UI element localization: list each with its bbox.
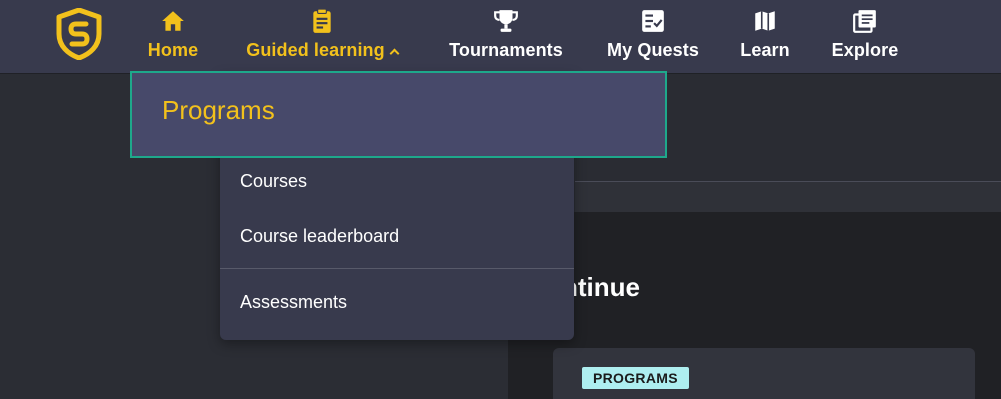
menu-item-courses[interactable]: Courses	[240, 171, 307, 192]
card-badge: PROGRAMS	[582, 367, 689, 389]
menu-divider	[220, 268, 574, 269]
menu-item-programs[interactable]: Programs	[130, 71, 667, 158]
clipboard-icon	[313, 8, 331, 33]
program-card[interactable]: PROGRAMS	[553, 348, 975, 399]
menu-item-programs-label: Programs	[162, 95, 275, 125]
nav-guided-learning[interactable]: Guided learning	[238, 8, 406, 64]
nav-tournaments-label: Tournaments	[449, 40, 563, 60]
menu-item-course-leaderboard[interactable]: Course leaderboard	[240, 226, 399, 247]
top-navigation: Home Guided learning Tournaments My Ques…	[0, 0, 1001, 73]
library-icon	[853, 10, 876, 33]
nav-explore-label: Explore	[831, 40, 899, 60]
content-strip	[575, 182, 1001, 212]
logo[interactable]	[55, 7, 103, 61]
nav-learn-label: Learn	[740, 40, 790, 60]
nav-explore[interactable]: Explore	[828, 8, 902, 64]
nav-learn[interactable]: Learn	[735, 8, 795, 64]
nav-home[interactable]: Home	[143, 8, 203, 64]
nav-tournaments[interactable]: Tournaments	[444, 8, 568, 64]
menu-item-assessments[interactable]: Assessments	[240, 292, 347, 313]
nav-quests-label: My Quests	[607, 40, 699, 60]
map-icon	[755, 11, 775, 31]
nav-guided-label: Guided learning	[238, 40, 406, 61]
chevron-up-icon	[389, 48, 400, 59]
nav-my-quests[interactable]: My Quests	[603, 8, 703, 64]
app-root: ntinue PROGRAMS Home Guided learning Tou…	[0, 0, 1001, 399]
home-icon	[162, 11, 184, 31]
shield-logo-icon	[56, 7, 102, 61]
nav-home-label: Home	[147, 40, 199, 60]
nav-guided-text: Guided learning	[246, 40, 385, 60]
trophy-icon	[494, 10, 518, 32]
checklist-icon	[642, 10, 664, 32]
